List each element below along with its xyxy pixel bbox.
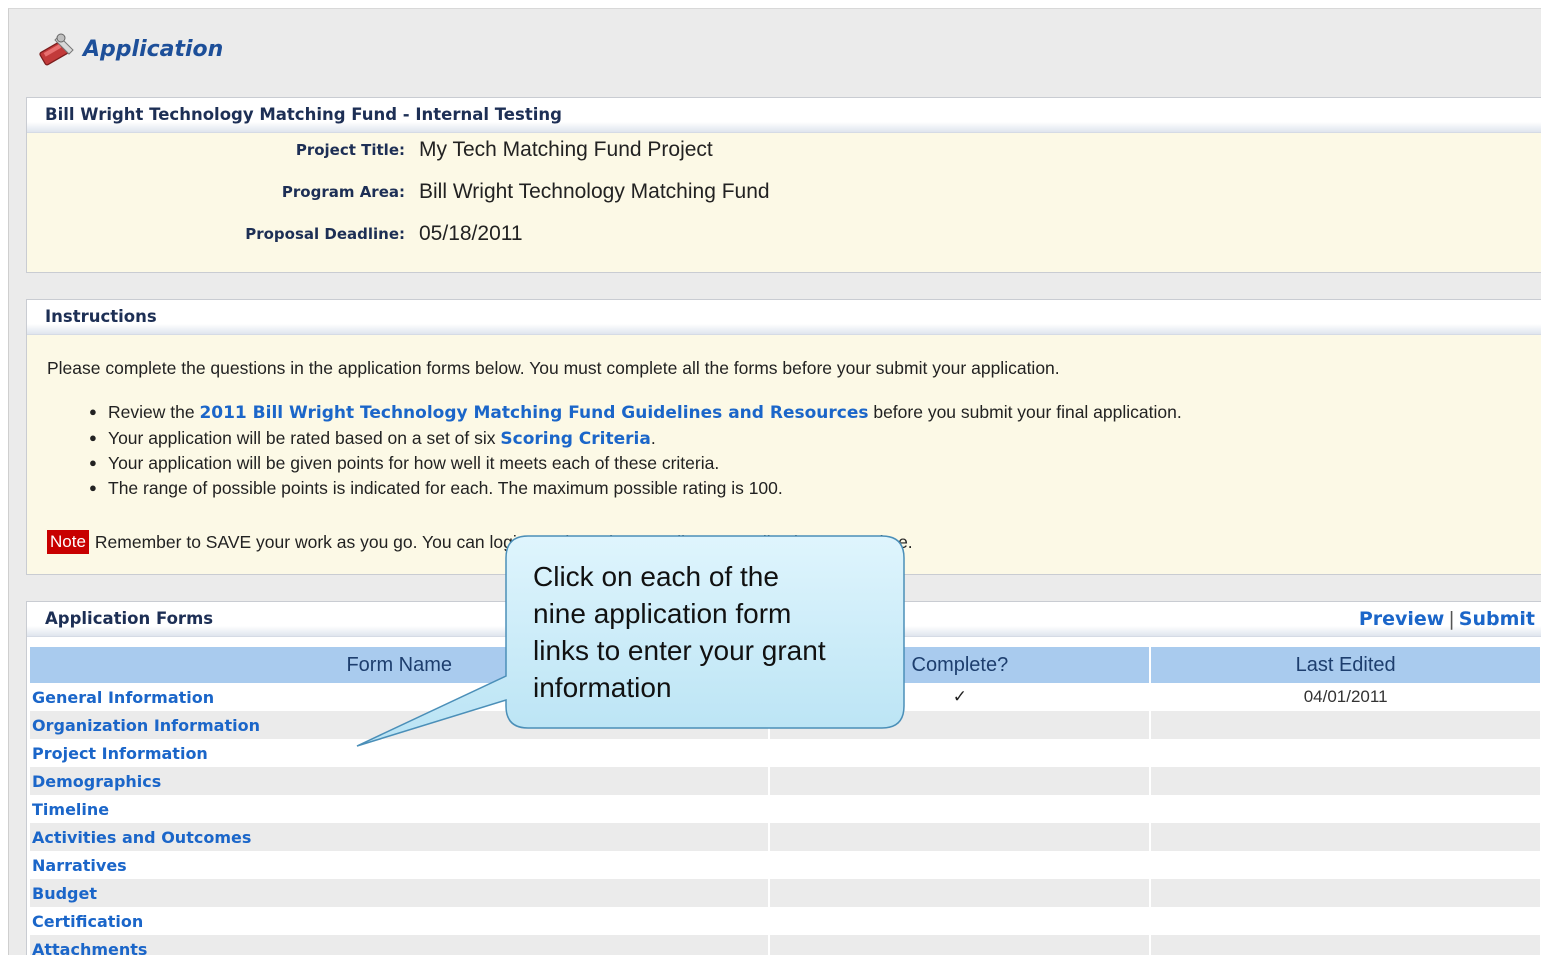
table-row: Budget: [30, 879, 1541, 907]
last-edited-cell: [1150, 907, 1541, 935]
forms-actions: Preview | Submit: [1359, 602, 1535, 636]
complete-cell: [769, 851, 1152, 879]
form-link-organization-information[interactable]: Organization Information: [30, 711, 771, 739]
application-tools-icon: [39, 33, 74, 66]
table-row: Narratives: [30, 851, 1541, 879]
submit-link[interactable]: Submit: [1459, 608, 1535, 630]
note-text: Remember to SAVE your work as you go. Yo…: [94, 531, 913, 552]
preview-link[interactable]: Preview: [1359, 608, 1445, 630]
callout-text: Click on each of the nine application fo…: [533, 561, 826, 703]
form-link-demographics[interactable]: Demographics: [30, 767, 771, 795]
actions-separator: |: [1448, 608, 1455, 630]
column-header-last-edited[interactable]: Last Edited: [1150, 647, 1541, 683]
last-edited-cell: [1150, 767, 1541, 795]
complete-cell: [769, 739, 1152, 767]
instructions-intro: Please complete the questions in the app…: [47, 358, 1060, 378]
last-edited-cell: [1150, 823, 1541, 851]
table-row: Project Information: [30, 739, 1541, 767]
table-row: Attachments: [30, 935, 1541, 955]
instructions-list: ● Review the 2011 Bill Wright Technology …: [89, 400, 1182, 500]
proposal-deadline-value: 05/18/2011: [419, 222, 523, 245]
complete-cell: [769, 907, 1152, 935]
form-link-certification[interactable]: Certification: [30, 907, 771, 935]
form-link-timeline[interactable]: Timeline: [30, 795, 771, 823]
forms-heading-label: Application Forms: [45, 609, 214, 628]
note-row: Note Remember to SAVE your work as you g…: [47, 530, 913, 554]
last-edited-cell: [1150, 851, 1541, 879]
form-link-activities-and-outcomes[interactable]: Activities and Outcomes: [30, 823, 771, 851]
app-header: Application: [37, 31, 223, 67]
form-link-narratives[interactable]: Narratives: [30, 851, 771, 879]
complete-cell: [769, 711, 1152, 739]
table-row: Timeline: [30, 795, 1541, 823]
instruction-item: ● The range of possible points is indicat…: [89, 477, 783, 498]
last-edited-cell: [1150, 935, 1541, 955]
form-link-attachments[interactable]: Attachments: [30, 935, 771, 955]
table-row: Organization Information: [30, 711, 1541, 739]
program-area-row: Program Area: Bill Wright Technology Mat…: [27, 177, 770, 207]
form-link-budget[interactable]: Budget: [30, 879, 771, 907]
table-row: Activities and Outcomes: [30, 823, 1541, 851]
complete-cell: [769, 935, 1152, 955]
last-edited-cell: [1150, 711, 1541, 739]
note-badge: Note: [47, 530, 89, 554]
proposal-deadline-label: Proposal Deadline:: [245, 225, 405, 243]
instruction-item: ● Review the 2011 Bill Wright Technology …: [89, 402, 1182, 423]
instruction-item: ● Your application will be given points f…: [89, 453, 720, 473]
proposal-deadline-row: Proposal Deadline: 05/18/2011: [27, 219, 523, 249]
last-edited-cell: [1150, 739, 1541, 767]
last-edited-cell: [1150, 795, 1541, 823]
project-title-row: Project Title: My Tech Matching Fund Pro…: [27, 135, 713, 165]
program-area-label: Program Area:: [281, 183, 405, 201]
table-row: Demographics: [30, 767, 1541, 795]
last-edited-cell: [1150, 879, 1541, 907]
project-title-value: My Tech Matching Fund Project: [419, 138, 713, 161]
form-link-project-information[interactable]: Project Information: [30, 739, 771, 767]
scoring-criteria-link[interactable]: Scoring Criteria: [500, 429, 650, 449]
instructions-panel: Instructions Please complete the questio…: [26, 299, 1541, 575]
table-row: Certification: [30, 907, 1541, 935]
instruction-item: ● Your application will be rated based on…: [89, 427, 656, 449]
complete-cell: [769, 823, 1152, 851]
program-area-value: Bill Wright Technology Matching Fund: [419, 180, 770, 203]
instructions-heading: Instructions: [27, 300, 1541, 335]
complete-cell: [769, 879, 1152, 907]
guidelines-link[interactable]: 2011 Bill Wright Technology Matching Fun…: [199, 403, 868, 423]
complete-cell: [769, 767, 1152, 795]
project-summary-panel: Bill Wright Technology Matching Fund - I…: [26, 97, 1541, 273]
project-title-label: Project Title:: [295, 141, 405, 159]
application-page: Application Bill Wright Technology Match…: [8, 8, 1541, 955]
page-title: Application: [83, 36, 224, 62]
project-panel-heading: Bill Wright Technology Matching Fund - I…: [27, 98, 1541, 133]
last-edited-cell: 04/01/2011: [1150, 683, 1541, 711]
complete-cell: [769, 795, 1152, 823]
